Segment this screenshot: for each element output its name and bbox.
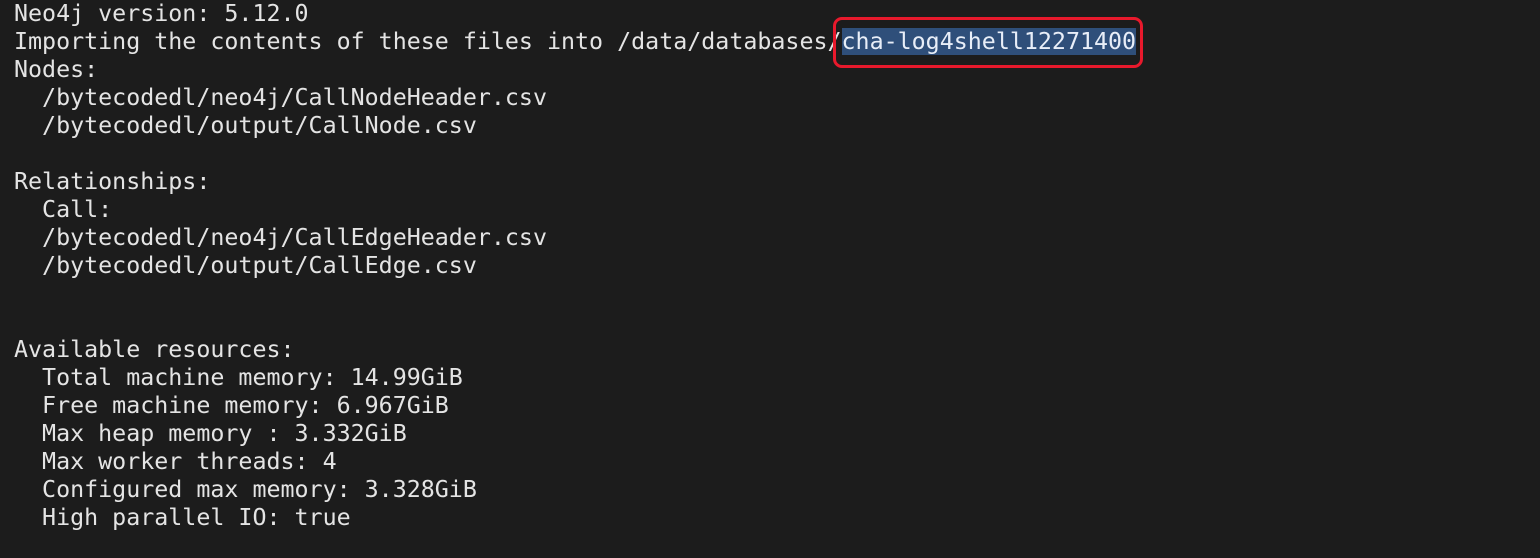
version-line: Neo4j version: 5.12.0 bbox=[14, 0, 309, 27]
resource-line: High parallel IO: true bbox=[14, 504, 351, 531]
resource-line: Total machine memory: 14.99GiB bbox=[14, 364, 463, 391]
resources-header: Available resources: bbox=[14, 336, 295, 363]
import-prefix: Importing the contents of these files in… bbox=[14, 28, 842, 55]
node-file-line: /bytecodedl/neo4j/CallNodeHeader.csv bbox=[14, 84, 547, 111]
node-file-line: /bytecodedl/output/CallNode.csv bbox=[14, 112, 477, 139]
edge-file-line: /bytecodedl/neo4j/CallEdgeHeader.csv bbox=[14, 224, 547, 251]
resource-line: Configured max memory: 3.328GiB bbox=[14, 476, 477, 503]
edge-file-line: /bytecodedl/output/CallEdge.csv bbox=[14, 252, 477, 279]
resource-line: Max heap memory : 3.332GiB bbox=[14, 420, 407, 447]
resource-line: Max worker threads: 4 bbox=[14, 448, 337, 475]
relationships-header: Relationships: bbox=[14, 168, 211, 195]
selected-database-name[interactable]: cha-log4shell12271400 bbox=[841, 28, 1137, 55]
resource-line: Free machine memory: 6.967GiB bbox=[14, 392, 449, 419]
nodes-header: Nodes: bbox=[14, 56, 99, 83]
terminal-output[interactable]: Neo4j version: 5.12.0 Importing the cont… bbox=[0, 0, 1540, 558]
call-label: Call: bbox=[14, 196, 113, 223]
import-line: Importing the contents of these files in… bbox=[14, 28, 1540, 56]
